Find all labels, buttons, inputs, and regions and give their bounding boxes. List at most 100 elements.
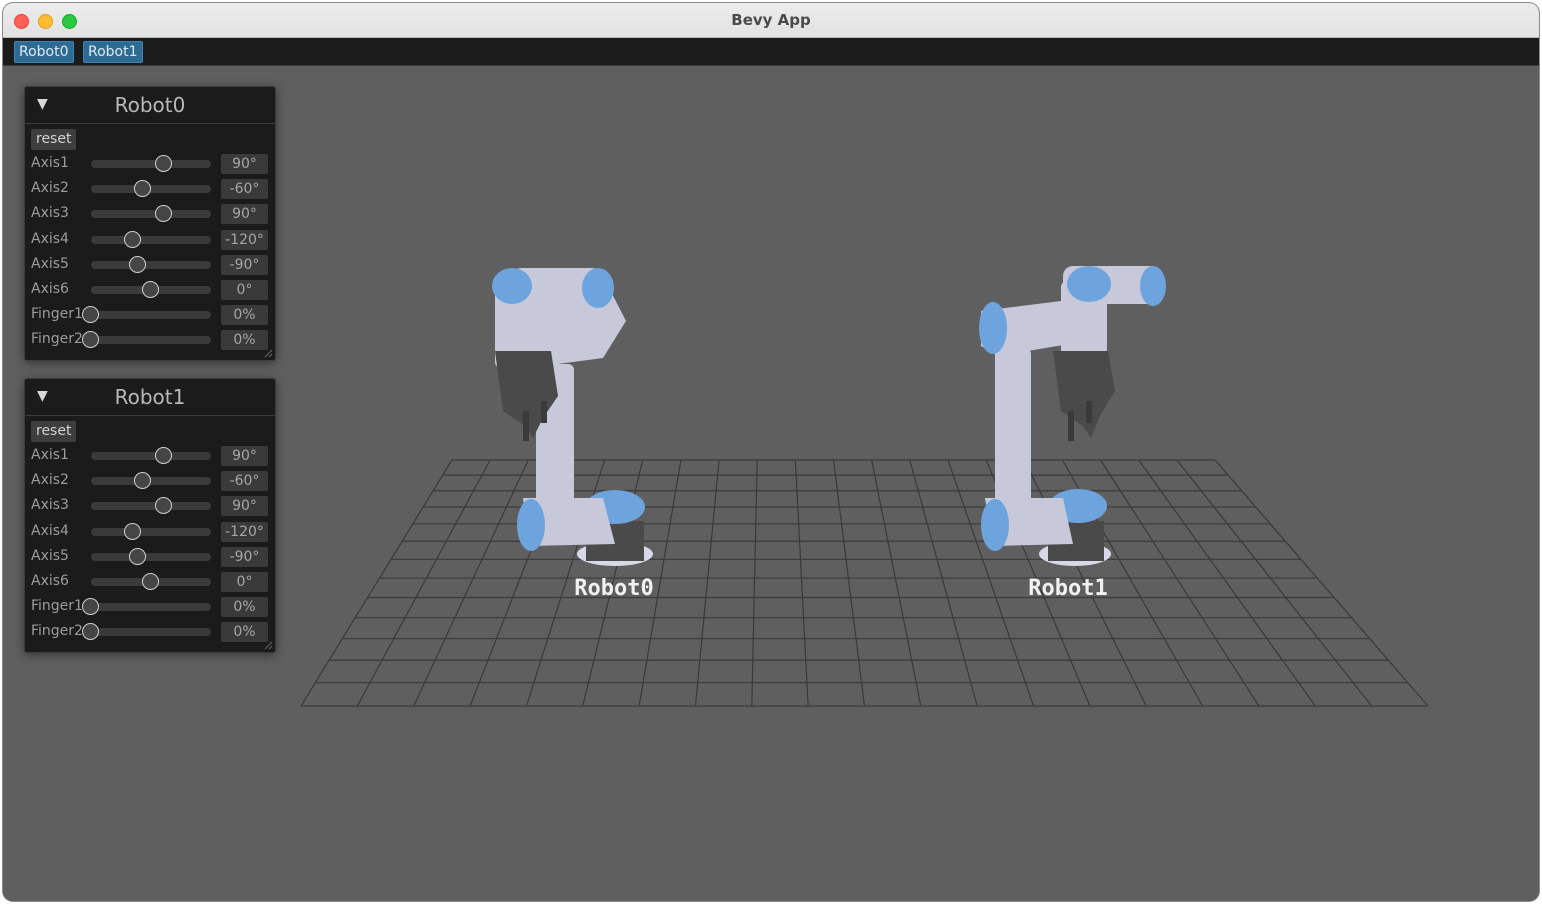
robot1-elbow-joint <box>979 302 1007 354</box>
slider-track[interactable] <box>91 281 211 298</box>
grid-line <box>1100 459 1260 707</box>
slider-label: Axis2 <box>31 180 69 197</box>
slider-row-axis1: Axis1 90° <box>25 446 275 466</box>
menu-button-robot1[interactable]: Robot1 <box>83 41 143 63</box>
grid-line <box>694 459 720 707</box>
slider-handle[interactable] <box>82 306 99 324</box>
grid-line <box>356 459 491 707</box>
slider-value-field[interactable]: 0% <box>221 330 268 351</box>
slider-handle[interactable] <box>128 255 146 273</box>
slider-track[interactable] <box>91 547 211 565</box>
grid-line <box>909 459 978 707</box>
3d-viewport[interactable]: Robot0 Robot1 ▼ Robot0 reset Axis1 90° Axi… <box>3 66 1539 901</box>
slider-value-field[interactable]: -90° <box>221 546 268 567</box>
grid-line <box>1138 459 1316 707</box>
slider-row-finger1: Finger1 0% <box>25 305 275 326</box>
grid-line <box>832 459 866 707</box>
slider-handle[interactable] <box>133 180 151 198</box>
slider-track[interactable] <box>91 230 211 248</box>
robot0-shoulder-joint <box>517 499 545 551</box>
slider-value-field[interactable]: 90° <box>221 496 268 517</box>
slider-handle[interactable] <box>155 447 173 464</box>
robot0-finger-1 <box>523 411 529 441</box>
slider-value-field[interactable]: 90° <box>221 154 268 174</box>
slider-track[interactable] <box>91 180 211 198</box>
slider-track[interactable] <box>91 573 211 590</box>
slider-value-field[interactable]: 0° <box>221 280 268 300</box>
robot0-control-panel: ▼ Robot0 reset Axis1 90° Axis2 -60° Axis3 90°… <box>24 86 276 361</box>
slider-label: Axis6 <box>31 281 69 297</box>
slider-handle[interactable] <box>82 331 99 349</box>
reset-button[interactable]: reset <box>31 129 77 150</box>
slider-handle[interactable] <box>155 155 173 172</box>
slider-handle[interactable] <box>82 598 99 616</box>
slider-value-field[interactable]: 0% <box>221 622 268 643</box>
slider-label: Axis1 <box>31 447 69 463</box>
slider-handle[interactable] <box>142 281 159 298</box>
slider-handle[interactable] <box>155 497 173 515</box>
slider-row-axis6: Axis6 0° <box>25 572 275 592</box>
menu-button-robot0[interactable]: Robot0 <box>14 41 74 63</box>
slider-track[interactable] <box>82 598 211 616</box>
slider-row-axis3: Axis3 90° <box>25 204 275 225</box>
robot0-elbow-joint <box>582 268 614 308</box>
robot0-scene-label: Robot0 <box>574 576 653 601</box>
slider-track[interactable] <box>91 447 211 464</box>
resize-grip-icon[interactable] <box>264 349 273 358</box>
robot1-finger-1 <box>1068 411 1074 441</box>
slider-value-field[interactable]: 90° <box>221 204 268 225</box>
slider-label: Axis3 <box>31 497 69 514</box>
slider-value-field[interactable]: -120° <box>221 229 268 250</box>
robot0-finger-2 <box>541 401 547 423</box>
slider-track[interactable] <box>82 306 211 324</box>
grid-line <box>751 459 758 707</box>
slider-track[interactable] <box>82 331 211 349</box>
robot1-model <box>979 266 1166 566</box>
slider-value-field[interactable]: 90° <box>221 446 268 466</box>
slider-track[interactable] <box>91 155 211 172</box>
slider-handle[interactable] <box>133 472 151 490</box>
grid-line <box>413 459 529 707</box>
slider-value-field[interactable]: 0° <box>221 572 268 592</box>
slider-handle[interactable] <box>82 623 99 641</box>
slider-track[interactable] <box>91 255 211 273</box>
slider-row-axis4: Axis4 -120° <box>25 229 275 250</box>
slider-track[interactable] <box>91 522 211 540</box>
grid-line <box>300 459 453 707</box>
slider-label: Finger1 <box>31 598 83 615</box>
robot0-model <box>492 268 653 566</box>
robot0-panel-header[interactable]: ▼ Robot0 <box>25 87 275 124</box>
slider-value-field[interactable]: -90° <box>221 254 268 275</box>
slider-track[interactable] <box>91 472 211 490</box>
slider-label: Axis4 <box>31 522 69 539</box>
slider-value-field[interactable]: -60° <box>221 471 268 492</box>
slider-handle[interactable] <box>124 230 141 248</box>
slider-value-field[interactable]: 0% <box>221 305 268 326</box>
slider-row-axis2: Axis2 -60° <box>25 179 275 200</box>
slider-handle[interactable] <box>142 573 159 590</box>
slider-label: Axis2 <box>31 472 69 489</box>
slider-track[interactable] <box>91 205 211 223</box>
robot1-scene-label: Robot1 <box>1028 576 1107 601</box>
slider-value-field[interactable]: 0% <box>221 597 268 618</box>
slider-handle[interactable] <box>155 205 173 223</box>
slider-row-axis1: Axis1 90° <box>25 154 275 174</box>
grid-line <box>794 459 809 707</box>
slider-row-finger2: Finger2 0% <box>25 330 275 351</box>
slider-track[interactable] <box>91 497 211 515</box>
slider-row-axis6: Axis6 0° <box>25 280 275 300</box>
robot1-wrist-joint <box>1067 266 1111 302</box>
slider-handle[interactable] <box>124 522 141 540</box>
slider-handle[interactable] <box>128 547 146 565</box>
robot1-control-panel: ▼ Robot1 reset Axis1 90° Axis2 -60° Axis3 90°… <box>24 378 276 653</box>
title-bar: Bevy App <box>3 3 1539 38</box>
panel-title: Robot0 <box>114 93 186 117</box>
slider-label: Axis4 <box>31 230 69 247</box>
robot1-panel-header[interactable]: ▼ Robot1 <box>25 379 275 416</box>
reset-button[interactable]: reset <box>31 421 77 442</box>
slider-track[interactable] <box>82 623 211 641</box>
slider-value-field[interactable]: -60° <box>221 179 268 200</box>
slider-value-field[interactable]: -120° <box>221 521 268 542</box>
slider-label: Axis5 <box>31 547 69 564</box>
resize-grip-icon[interactable] <box>264 641 273 650</box>
